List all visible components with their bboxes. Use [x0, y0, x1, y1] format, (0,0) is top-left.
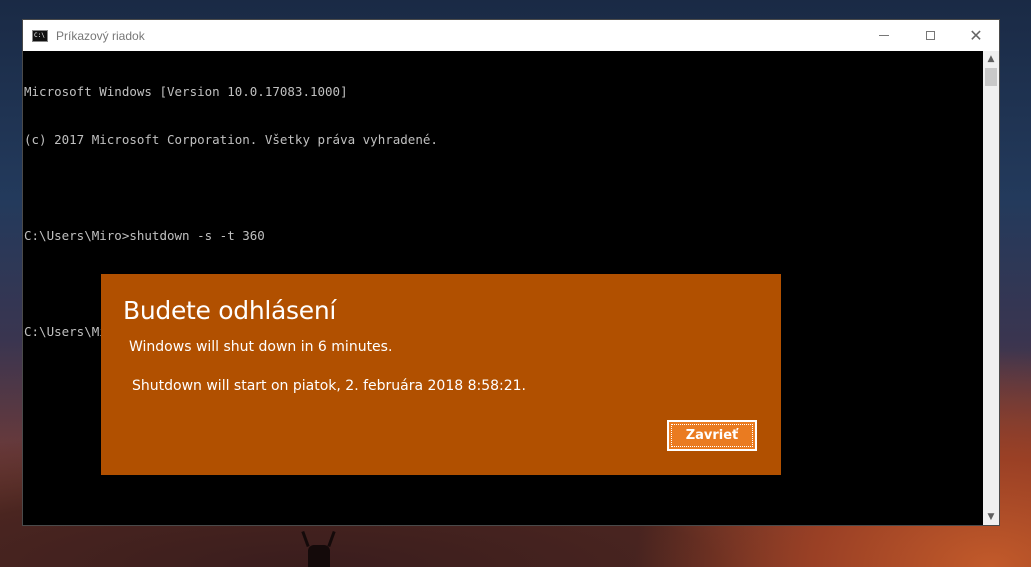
maximize-button[interactable]: [907, 20, 953, 51]
console-line: C:\Users\Miro>shutdown -s -t 360: [24, 228, 265, 243]
title-bar[interactable]: C:\ Príkazový riadok ✕: [23, 20, 999, 51]
dialog-message: Windows will shut down in 6 minutes.: [129, 339, 393, 355]
minimize-icon: [879, 35, 889, 36]
close-icon: ✕: [969, 25, 983, 45]
dialog-detail: Shutdown will start on piatok, 2. februá…: [132, 378, 527, 394]
wallpaper-deer-silhouette: [290, 527, 350, 567]
console-line: Microsoft Windows [Version 10.0.17083.10…: [24, 84, 348, 99]
close-button[interactable]: Zavrieť: [667, 420, 757, 451]
scroll-down-arrow-icon[interactable]: ▼: [983, 509, 999, 525]
scroll-up-arrow-icon[interactable]: ▲: [983, 51, 999, 67]
window-title: Príkazový riadok: [56, 28, 145, 43]
vertical-scrollbar[interactable]: ▲ ▼: [983, 51, 999, 525]
cmd-icon: C:\: [32, 29, 48, 42]
dialog-title: Budete odhlásení: [123, 296, 337, 325]
scroll-thumb[interactable]: [985, 68, 997, 86]
console-line: (c) 2017 Microsoft Corporation. Všetky p…: [24, 132, 438, 147]
maximize-icon: [925, 31, 935, 40]
window-controls: ✕: [861, 20, 999, 51]
minimize-button[interactable]: [861, 20, 907, 51]
close-window-button[interactable]: ✕: [953, 20, 999, 51]
shutdown-notification-dialog: Budete odhlásení Windows will shut down …: [101, 274, 781, 475]
